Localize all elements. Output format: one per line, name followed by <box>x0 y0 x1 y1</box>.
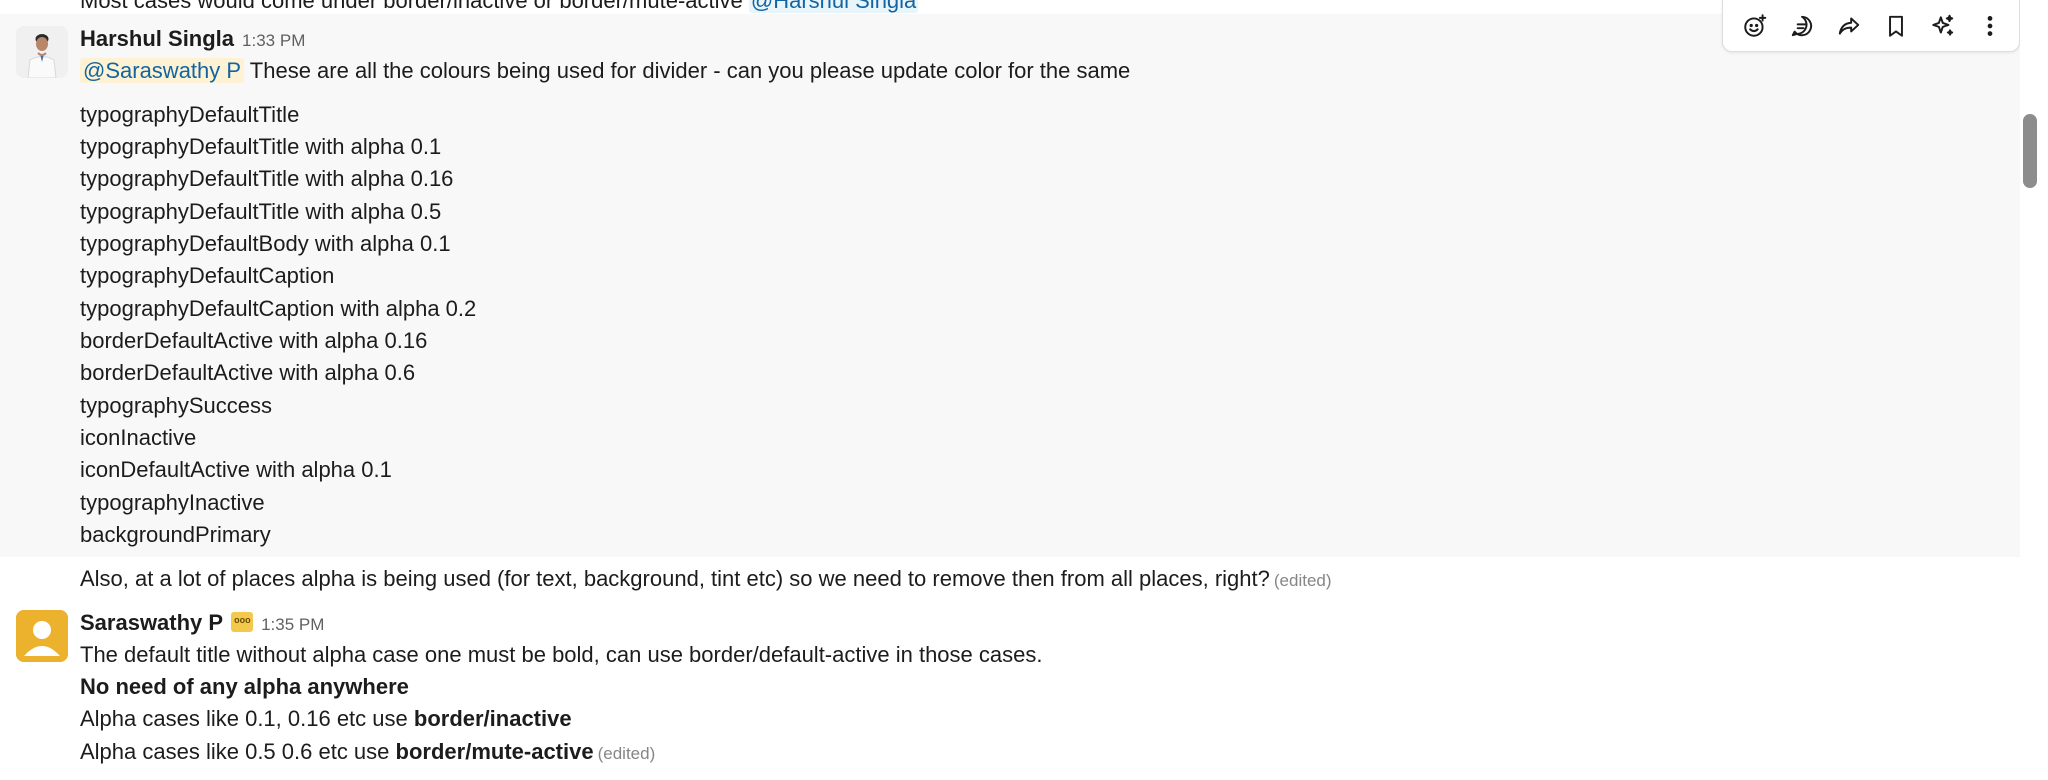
edited-label: (edited) <box>597 744 656 763</box>
share-message-button[interactable] <box>1825 5 1872 47</box>
list-item: typographyDefaultBody with alpha 0.1 <box>80 231 451 256</box>
sender-name[interactable]: Saraswathy P <box>80 610 223 635</box>
mention-saraswathy[interactable]: @Saraswathy P <box>80 58 245 83</box>
previous-message-text: Most cases would come under border/inact… <box>80 0 743 13</box>
bold-token: border/inactive <box>413 706 572 731</box>
message-intro-text: These are all the colours being used for… <box>249 58 1131 83</box>
scrollbar-thumb[interactable] <box>2023 114 2037 188</box>
edited-label: (edited) <box>1273 571 1332 590</box>
bold-text: No need of any alpha anywhere <box>80 674 409 699</box>
avatar-harshul[interactable] <box>16 26 68 78</box>
share-message-icon <box>1838 16 1859 35</box>
ai-sparkle-icon <box>1931 14 1953 36</box>
reply-line: Alpha cases like 0.1, 0.16 etc use borde… <box>80 704 572 734</box>
reply-line-bold: No need of any alpha anywhere <box>80 672 409 702</box>
reply-text: Alpha cases like 0.5 0.6 etc use <box>80 739 396 764</box>
add-reaction-icon <box>1743 13 1766 37</box>
reply-line: The default title without alpha case one… <box>80 642 1043 667</box>
more-actions-icon <box>1987 15 1992 36</box>
list-item: borderDefaultActive with alpha 0.16 <box>80 328 428 353</box>
message-pane: Most cases would come under border/inact… <box>0 0 2048 780</box>
more-actions-button[interactable] <box>1966 5 2013 47</box>
mention-harshul[interactable]: @Harshul Singla <box>748 0 919 13</box>
list-item: typographyDefaultTitle with alpha 0.16 <box>80 166 454 191</box>
list-item: typographyDefaultCaption <box>80 263 335 288</box>
list-item: typographyDefaultTitle with alpha 0.5 <box>80 199 442 224</box>
sender-header: Saraswathy P 1:35 PM <box>80 608 324 640</box>
ai-sparkle-button[interactable] <box>1919 5 1966 47</box>
ooo-status-icon[interactable] <box>231 612 254 632</box>
add-reaction-button[interactable] <box>1731 5 1778 47</box>
followup-message: Also, at a lot of places alpha is being … <box>80 564 1332 596</box>
list-item: typographyInactive <box>80 490 265 515</box>
avatar-saraswathy[interactable] <box>16 610 68 662</box>
list-item: typographyDefaultCaption with alpha 0.2 <box>80 296 477 321</box>
avatar-harshul-image <box>16 26 68 78</box>
list-item: borderDefaultActive with alpha 0.6 <box>80 360 416 385</box>
save-bookmark-button[interactable] <box>1872 5 1919 47</box>
reply-in-thread-icon <box>1791 15 1812 36</box>
save-bookmark-icon <box>1888 15 1903 37</box>
list-item: typographySuccess <box>80 393 272 418</box>
list-item: typographyDefaultTitle with alpha 0.1 <box>80 134 442 159</box>
list-item: typographyDefaultTitle <box>80 102 300 127</box>
reply-text: Alpha cases like 0.1, 0.16 etc use <box>80 706 414 731</box>
message-actions-toolbar <box>1722 0 2020 52</box>
default-avatar-icon <box>16 610 68 662</box>
reply-in-thread-button[interactable] <box>1778 5 1825 47</box>
timestamp[interactable]: 1:33 PM <box>242 31 305 50</box>
reply-line: Alpha cases like 0.5 0.6 etc use border/… <box>80 737 655 769</box>
message-intro-line: @Saraswathy P These are all the colours … <box>80 56 1130 86</box>
sender-name[interactable]: Harshul Singla <box>80 26 234 51</box>
sender-header: Harshul Singla 1:33 PM <box>80 24 305 56</box>
list-item: iconInactive <box>80 425 197 450</box>
list-item: iconDefaultActive with alpha 0.1 <box>80 457 392 482</box>
list-item: backgroundPrimary <box>80 522 271 547</box>
bold-token: border/mute-active <box>395 739 594 764</box>
followup-text: Also, at a lot of places alpha is being … <box>80 566 1270 591</box>
timestamp[interactable]: 1:35 PM <box>261 615 324 634</box>
